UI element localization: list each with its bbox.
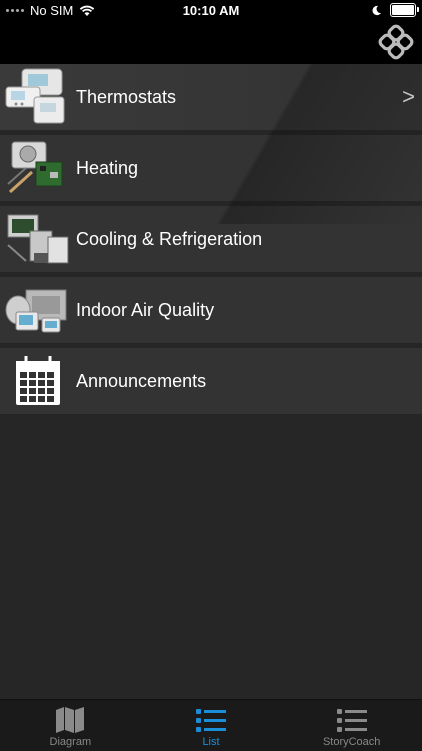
calendar-icon — [16, 356, 60, 405]
thermostat-thumbnail — [5, 68, 65, 124]
tab-label: StoryCoach — [322, 736, 381, 748]
tab-label: Diagram — [49, 736, 92, 748]
chevron-right-icon: > — [402, 84, 415, 109]
map-icon — [56, 707, 85, 733]
heating-thumbnail — [7, 141, 63, 194]
list-icon — [196, 709, 226, 732]
tab-label: List — [202, 736, 220, 748]
menu-item-announcements[interactable]: Announcements — [0, 348, 422, 414]
status-bar: No SIM 10:10 AM — [0, 0, 422, 22]
tab-storycoach[interactable]: StoryCoach — [281, 700, 422, 751]
menu-item-indoor-air-quality[interactable]: Indoor Air Quality — [0, 277, 422, 343]
menu-item-label: Cooling & Refrigeration — [76, 228, 263, 249]
menu-item-label: Heating — [76, 157, 139, 178]
menu-item-label: Thermostats — [76, 86, 177, 107]
moon-icon — [372, 5, 381, 15]
status-time: 10:10 AM — [182, 3, 240, 18]
app-logo-icon[interactable] — [378, 24, 414, 60]
menu-item-cooling-refrigeration[interactable]: Cooling & Refrigeration — [0, 206, 422, 272]
cooling-thumbnail — [7, 214, 69, 264]
menu-item-thermostats[interactable]: Thermostats > — [0, 64, 422, 130]
menu-item-heating[interactable]: Heating — [0, 135, 422, 201]
air-quality-thumbnail — [5, 289, 67, 333]
tab-bar: Diagram List StoryCoach — [0, 699, 422, 751]
tab-diagram[interactable]: Diagram — [0, 700, 141, 751]
menu-item-label: Indoor Air Quality — [76, 299, 215, 320]
battery-icon — [390, 3, 419, 17]
status-right — [371, 3, 419, 17]
menu-list: Thermostats > Heating Cooling & Refriger… — [0, 64, 422, 419]
menu-item-label: Announcements — [76, 370, 207, 391]
tab-list[interactable]: List — [141, 700, 282, 751]
list-icon — [336, 709, 367, 732]
header — [0, 22, 422, 64]
